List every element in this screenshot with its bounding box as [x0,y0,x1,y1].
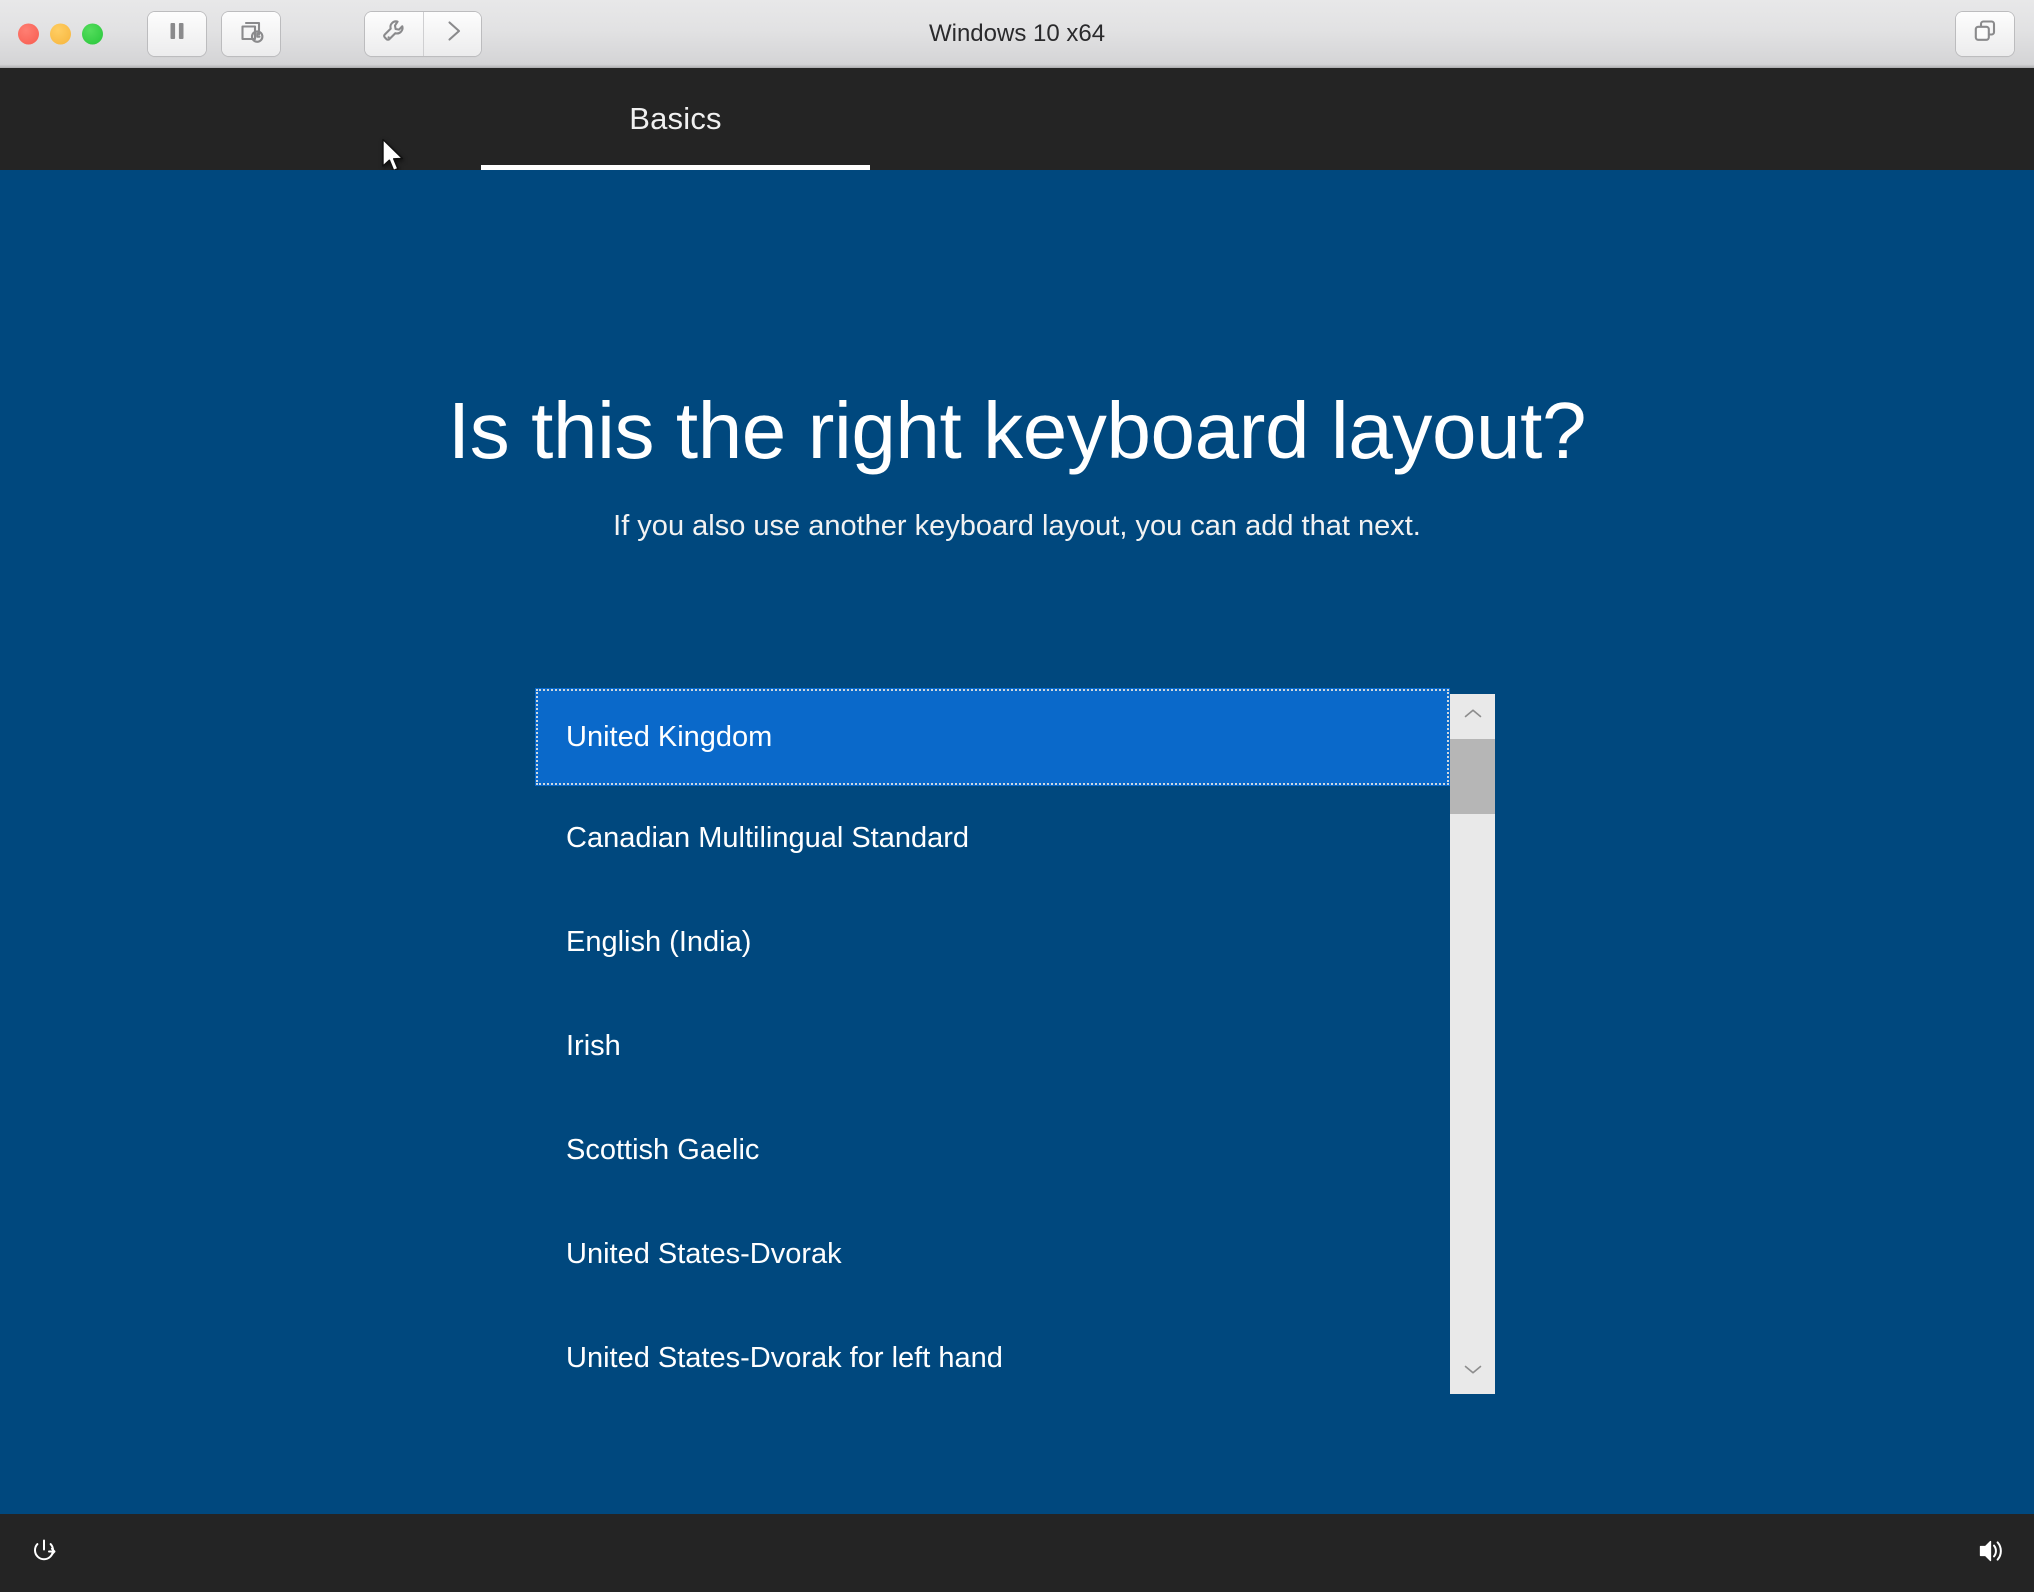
windows-overlap-icon [1971,17,1999,50]
oobe-top-bar: Basics [0,68,2034,170]
page-title: Is this the right keyboard layout? [447,386,1587,475]
list-item[interactable]: United States-Dvorak for left hand [535,1306,1450,1410]
vm-playback-toolbar-group [148,11,206,56]
close-window-button[interactable] [18,23,39,44]
list-item-label: Irish [566,1029,621,1062]
chevron-up-icon [1463,707,1483,726]
listbox-scrollbar[interactable] [1450,694,1495,1394]
list-item-label: United States-Dvorak [566,1237,842,1270]
keyboard-layout-listbox[interactable]: United Kingdom Canadian Multilingual Sta… [535,688,1495,1400]
list-item[interactable]: Canadian Multilingual Standard [535,786,1450,890]
list-item-label: United States-Dvorak for left hand [566,1341,1003,1374]
tab-basics[interactable]: Basics [481,68,870,170]
unity-view-button-group [1956,11,2014,56]
list-item[interactable]: English (India) [535,890,1450,994]
volume-speaker-icon [1971,1534,2005,1573]
chevron-right-icon [440,18,466,49]
list-item[interactable]: United Kingdom [535,688,1450,786]
scrollbar-down-button[interactable] [1450,1349,1495,1394]
expand-button[interactable] [423,11,481,56]
list-item-label: English (India) [566,925,752,958]
vm-snapshot-toolbar-group [222,11,280,56]
power-icon [27,1534,61,1573]
list-item-label: Scottish Gaelic [566,1133,760,1166]
list-item-label: Canadian Multilingual Standard [566,821,970,854]
snapshot-button[interactable] [222,11,280,56]
oobe-stage: Is this the right keyboard layout? If yo… [0,170,2034,1592]
traffic-lights [18,23,103,44]
vm-screen: Basics Is this the right keyboard layout… [0,68,2034,1592]
pause-button[interactable] [148,11,206,56]
wrench-icon [380,17,408,50]
volume-button[interactable] [1966,1531,2010,1575]
list-item[interactable]: Scottish Gaelic [535,1098,1450,1202]
tab-basics-label: Basics [629,101,722,136]
window-title: Windows 10 x64 [928,19,1106,47]
list-item-label: United Kingdom [566,720,773,753]
list-item[interactable]: Irish [535,994,1450,1098]
window-title-bar: Windows 10 x64 [0,0,2034,68]
snapshot-clock-icon [237,17,265,50]
page-subtitle: If you also use another keyboard layout,… [613,510,1421,542]
vm-tools-toolbar-group [365,11,481,56]
chevron-down-icon [1463,1362,1483,1381]
scrollbar-up-button[interactable] [1450,694,1495,739]
minimize-window-button[interactable] [50,23,71,44]
power-button[interactable] [22,1531,66,1575]
pause-icon [164,18,190,49]
keyboard-layout-list: United Kingdom Canadian Multilingual Sta… [535,688,1450,1400]
oobe-status-bar [0,1514,2034,1592]
list-item[interactable]: United States-Dvorak [535,1202,1450,1306]
scrollbar-thumb[interactable] [1450,739,1495,814]
settings-button[interactable] [365,11,423,56]
maximize-window-button[interactable] [82,23,103,44]
unity-view-button[interactable] [1956,11,2014,56]
